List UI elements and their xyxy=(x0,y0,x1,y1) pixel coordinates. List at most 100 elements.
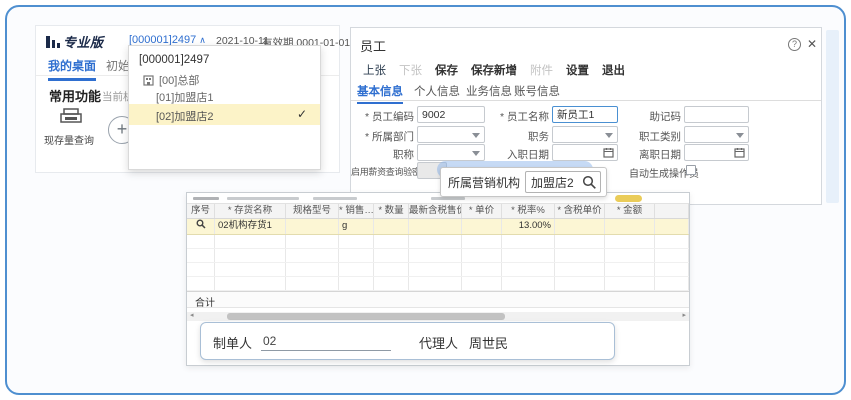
employee-tab-bar: 基本信息 个人信息 业务信息 账号信息 xyxy=(351,82,821,101)
row-edit-icon xyxy=(196,219,206,229)
scroll-right-arrow[interactable]: ▸ xyxy=(682,311,686,319)
col-latest-price[interactable]: 最新含税售价 xyxy=(409,204,462,218)
footer-callout: 制单人 02 代理人 周世民 xyxy=(200,322,615,360)
col-spec[interactable]: 规格型号 xyxy=(286,204,339,218)
grid-row-empty[interactable] xyxy=(187,235,689,249)
emp-type-label: 职工类别 xyxy=(618,129,681,144)
tab-business-info[interactable]: 业务信息 xyxy=(466,83,512,99)
emp-code-label: * 员工编码 xyxy=(351,109,414,124)
emp-code-input[interactable]: 9002 xyxy=(417,106,485,123)
maker-callout-label: 制单人 xyxy=(213,333,252,352)
org-callout-input[interactable]: 加盟店2 xyxy=(525,171,601,193)
org-item-store2-selected[interactable]: [02]加盟店2 ✓ xyxy=(129,104,320,125)
maker-callout-value[interactable]: 02 xyxy=(263,334,276,348)
hire-date-label: 入职日期 xyxy=(486,147,549,162)
emp-name-value: 新员工1 xyxy=(557,109,594,121)
org-item-headquarters[interactable]: [00]总部 xyxy=(143,72,199,88)
emp-type-select[interactable] xyxy=(684,126,749,143)
org-item-store1[interactable]: [01]加盟店1 xyxy=(156,89,213,105)
org-dropdown-header: [000001]2497 xyxy=(139,54,209,66)
col-amount[interactable]: * 金额 xyxy=(605,204,655,218)
truncated-top-strip xyxy=(187,193,689,204)
prev-record-button[interactable]: 上张 xyxy=(363,62,386,78)
cell-unit-price xyxy=(462,219,502,234)
col-sale[interactable]: * 销售… xyxy=(339,204,374,218)
org-item-label: [00]总部 xyxy=(159,72,199,88)
title-label: 职称 xyxy=(351,147,414,162)
scroll-left-arrow[interactable]: ◂ xyxy=(190,311,194,319)
attachment-button: 附件 xyxy=(530,62,553,78)
save-button[interactable]: 保存 xyxy=(435,62,458,78)
org-field-callout: 所属营销机构 加盟店2 xyxy=(440,167,607,197)
hire-date-input[interactable] xyxy=(552,144,618,161)
cell-amount xyxy=(605,219,655,234)
section-common-functions: 常用功能 xyxy=(49,86,101,105)
inventory-query-icon[interactable] xyxy=(59,108,83,128)
col-filler xyxy=(655,204,689,218)
org-callout-label: 所属营销机构 xyxy=(448,174,520,191)
close-icon[interactable]: ✕ xyxy=(807,37,817,51)
horizontal-scrollbar[interactable]: ◂ ▸ xyxy=(187,312,689,321)
department-select[interactable] xyxy=(417,126,485,143)
chevron-down-icon xyxy=(736,133,744,138)
grid-row-1[interactable]: 02机构存货1 g 13.00% xyxy=(187,219,689,235)
employee-toolbar: 上张 下张 保存 保存新增 附件 设置 退出 xyxy=(363,62,625,78)
leave-date-label: 离职日期 xyxy=(618,147,681,162)
building-icon xyxy=(143,75,154,86)
grid-row-empty[interactable] xyxy=(187,277,689,291)
tab-basic-info[interactable]: 基本信息 xyxy=(357,83,403,104)
magnifier-icon[interactable] xyxy=(582,175,597,190)
mnemonic-input[interactable] xyxy=(684,106,749,123)
leave-date-input[interactable] xyxy=(684,144,749,161)
mnemonic-label: 助记码 xyxy=(618,109,681,124)
org-dropdown-panel: [000001]2497 [00]总部 [01]加盟店1 [02]加盟店2 ✓ xyxy=(128,45,321,170)
col-inventory-name[interactable]: * 存货名称 xyxy=(215,204,286,218)
cell-inventory-name: 02机构存货1 xyxy=(215,219,286,234)
cell-tax-rate: 13.00% xyxy=(502,219,555,234)
tab-my-desktop[interactable]: 我的桌面 xyxy=(48,57,96,81)
calendar-icon[interactable] xyxy=(734,147,745,158)
inventory-query-label[interactable]: 现存量查询 xyxy=(44,132,94,147)
emp-name-input[interactable]: 新员工1 xyxy=(552,106,618,123)
col-seq[interactable]: 序号 xyxy=(187,204,215,218)
brand-mark-icon xyxy=(46,36,60,48)
check-icon: ✓ xyxy=(297,107,307,121)
cell-spec xyxy=(286,219,339,234)
col-tax-rate[interactable]: * 税率% xyxy=(502,204,555,218)
grid-row-empty[interactable] xyxy=(187,249,689,263)
org-item-label: [02]加盟店2 xyxy=(156,108,213,124)
emp-code-value: 9002 xyxy=(422,109,445,121)
chevron-down-icon xyxy=(605,133,613,138)
col-qty[interactable]: * 数量 xyxy=(374,204,409,218)
emp-name-label: * 员工名称 xyxy=(486,109,549,124)
cell-latest-price xyxy=(409,219,462,234)
agent-callout-value[interactable]: 周世民 xyxy=(469,333,508,352)
cell-tax-price xyxy=(555,219,605,234)
highlight-pill xyxy=(615,195,642,202)
total-label: 合计 xyxy=(195,294,215,309)
position-select[interactable] xyxy=(552,126,618,143)
cell-qty xyxy=(374,219,409,234)
help-icon[interactable]: ? xyxy=(788,38,801,51)
tab-account-info[interactable]: 账号信息 xyxy=(514,83,560,99)
right-scroll-strip[interactable] xyxy=(826,30,839,203)
department-label: * 所属部门 xyxy=(351,129,414,144)
title-select[interactable] xyxy=(417,144,485,161)
grid-header-row: 序号 * 存货名称 规格型号 * 销售… * 数量 最新含税售价 * 单价 * … xyxy=(187,204,689,219)
auto-operator-checkbox[interactable] xyxy=(686,165,696,175)
grid-row-empty[interactable] xyxy=(187,263,689,277)
app-logo-text: 专业版 xyxy=(63,32,104,51)
exit-button[interactable]: 退出 xyxy=(602,62,625,78)
scrollbar-thumb[interactable] xyxy=(227,313,505,320)
save-new-button[interactable]: 保存新增 xyxy=(471,62,517,78)
col-unit-price[interactable]: * 单价 xyxy=(462,204,502,218)
col-tax-price[interactable]: * 含税单价 xyxy=(555,204,605,218)
chevron-down-icon xyxy=(472,133,480,138)
tab-personal-info[interactable]: 个人信息 xyxy=(414,83,460,99)
calendar-icon[interactable] xyxy=(603,147,614,158)
next-record-button: 下张 xyxy=(399,62,422,78)
settings-button[interactable]: 设置 xyxy=(566,62,589,78)
cell-sale: g xyxy=(339,219,374,234)
chevron-up-icon: ∧ xyxy=(199,35,206,46)
app-logo: 专业版 xyxy=(46,32,104,51)
